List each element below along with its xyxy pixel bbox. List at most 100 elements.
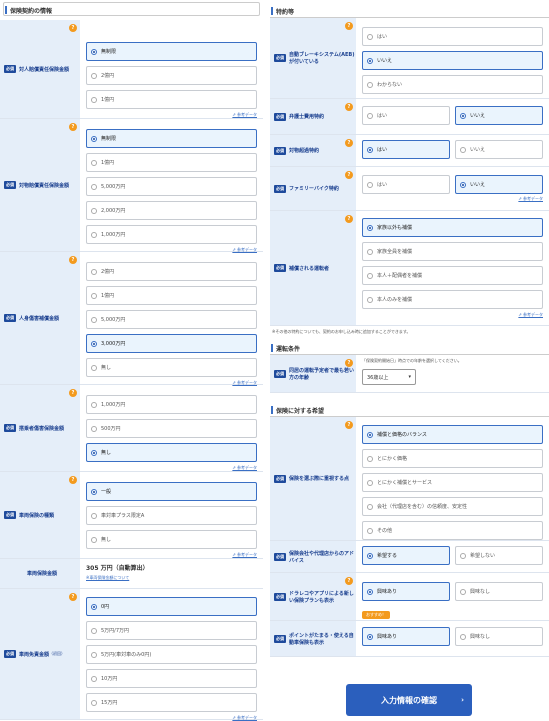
option-injury-1[interactable]: 1億円 [86,286,257,305]
option-driver-scope-0[interactable]: 家族以外も補償 [362,218,543,237]
option-driver-scope-3[interactable]: 本人のみを補償 [362,290,543,309]
option-lawyer-1[interactable]: いいえ [455,106,543,125]
option-deductible-3[interactable]: 10万円 [86,669,257,688]
age-select[interactable]: 36歳以上 ▾ [362,369,416,385]
option-bike-0[interactable]: はい [362,175,450,194]
option-bike-1[interactable]: いいえ [455,175,543,194]
vehicle-amount-value: 305 万円（自動算出） [86,565,149,572]
option-priority-4[interactable]: その他 [362,521,543,540]
ref-link[interactable]: ⇗ 参考データ [86,465,257,471]
option-vehicle-type-2[interactable]: 無し [86,530,257,549]
option-text: 1億円 [101,293,115,299]
help-icon[interactable]: ? [69,389,77,397]
required-badge: 必須 [4,650,16,658]
age-hint: 「保険契約開始日」時点での年齢を選択してください。 [362,358,462,363]
required-badge: 必須 [274,146,286,155]
option-recorder-1[interactable]: 興味なし [455,582,543,601]
ref-text: 参考データ [237,715,257,720]
option-aeb-0[interactable]: はい [362,27,543,46]
help-icon[interactable]: ? [345,103,353,111]
help-icon[interactable]: ? [345,359,353,367]
pair-bike: はい いいえ [362,175,543,198]
option-advice-1[interactable]: 希望しない [455,546,543,565]
ref-link[interactable]: ⇗ 参考データ [86,715,257,721]
help-icon[interactable]: ? [69,24,77,32]
ref-link[interactable]: ⇗ 参考データ [86,112,257,118]
option-injury-0[interactable]: 2億円 [86,262,257,281]
option-deductible-1[interactable]: 5万円/7万円 [86,621,257,640]
row-bike: 必須 ファミリーバイク特約 ? はい いいえ ⇗ 参考データ [270,167,549,211]
row-vehicle-amount: 車両保険金額 305 万円（自動算出） ※車両保険金額について [0,559,263,589]
label-text: 車両免責金額 [19,651,50,658]
option-passenger-1[interactable]: 500万円 [86,419,257,438]
radio-icon [91,292,97,299]
option-deductible-2[interactable]: 5万円(車対車のみ0円) [86,645,257,664]
option-liability-property-1[interactable]: 1億円 [86,153,257,172]
option-lawyer-0[interactable]: はい [362,106,450,125]
section-title-text: 運転条件 [276,346,301,353]
option-aeb-1[interactable]: いいえ [362,51,543,70]
option-text: とにかく価格 [377,456,408,462]
option-property-over-1[interactable]: いいえ [455,140,543,159]
help-icon[interactable]: ? [345,139,353,147]
help-icon[interactable]: ? [69,476,77,484]
option-points-0[interactable]: 興味あり [362,627,450,646]
options-property-over: ? はい いいえ [345,135,549,166]
option-deductible-4[interactable]: 15万円 [86,693,257,712]
option-liability-property-4[interactable]: 1,000万円 [86,225,257,244]
option-points-1[interactable]: 興味なし [455,627,543,646]
option-deductible-0[interactable]: 0円 [86,597,257,616]
option-priority-2[interactable]: とにかく補償とサービス [362,473,543,492]
option-priority-3[interactable]: 会社（代理店を含む）の信頼度、安定性 [362,497,543,516]
option-priority-1[interactable]: とにかく価格 [362,449,543,468]
option-passenger-2[interactable]: 無し [86,443,257,462]
radio-icon [91,675,97,682]
option-priority-0[interactable]: 補償と価格のバランス [362,425,543,444]
help-icon[interactable]: ? [345,421,353,429]
option-vehicle-type-0[interactable]: 一般 [86,482,257,501]
ref-link[interactable]: ⇗ 参考データ [362,312,543,318]
confirm-button[interactable]: 入力情報の確認 › [346,684,472,716]
option-driver-scope-1[interactable]: 家族全員を補償 [362,242,543,261]
help-icon[interactable]: ? [69,593,77,601]
option-injury-3[interactable]: 3,000万円 [86,334,257,353]
option-injury-4[interactable]: 無し [86,358,257,377]
label-text: 車両保険金額 [26,571,57,577]
help-icon[interactable]: ? [345,171,353,179]
radio-icon [367,33,373,40]
row-recorder: 必須 ドラレコやアプリによる新しい保険プランも表示 ? 興味あり 興味なし おすす… [270,573,549,621]
radio-icon [91,207,97,214]
help-icon[interactable]: ? [69,256,77,264]
option-vehicle-type-1[interactable]: 車対車プラス限定A [86,506,257,525]
option-text: 会社（代理店を含む）の信頼度、安定性 [377,504,468,510]
help-icon[interactable]: ? [345,22,353,30]
help-icon[interactable]: ? [345,215,353,223]
options-passenger: ? 1,000万円 500万円 無し ⇗ 参考データ [69,385,263,471]
option-liability-person-0[interactable]: 無制限 [86,42,257,61]
option-liability-property-2[interactable]: 5,000万円 [86,177,257,196]
option-liability-property-3[interactable]: 2,000万円 [86,201,257,220]
option-advice-0[interactable]: 希望する [362,546,450,565]
option-passenger-0[interactable]: 1,000万円 [86,395,257,414]
required-badge: 必須 [274,54,286,62]
radio-icon [91,536,97,543]
vehicle-amount-link[interactable]: ※車両保険金額について [86,575,149,581]
pair-points: 興味あり 興味なし [362,627,543,650]
option-injury-2[interactable]: 5,000万円 [86,310,257,329]
option-liability-person-2[interactable]: 1億円 [86,90,257,109]
ref-link[interactable]: ⇗ 参考データ [362,196,543,202]
option-property-over-0[interactable]: はい [362,140,450,159]
ref-link[interactable]: ⇗ 参考データ [86,552,257,558]
option-text: いいえ [470,182,486,188]
section-title-text: 保険契約の情報 [10,8,53,15]
option-recorder-0[interactable]: 興味あり [362,582,450,601]
options-liability-person: ? 無制限 2億円 1億円 ⇗ 参考データ [69,20,263,118]
ref-text: 参考データ [237,112,257,117]
help-icon[interactable]: ? [345,577,353,585]
help-icon[interactable]: ? [69,123,77,131]
option-liability-property-0[interactable]: 無制限 [86,129,257,148]
option-text: 無し [101,537,112,543]
option-liability-person-1[interactable]: 2億円 [86,66,257,85]
option-driver-scope-2[interactable]: 本人＋配偶者を補償 [362,266,543,285]
option-aeb-2[interactable]: わからない [362,75,543,94]
